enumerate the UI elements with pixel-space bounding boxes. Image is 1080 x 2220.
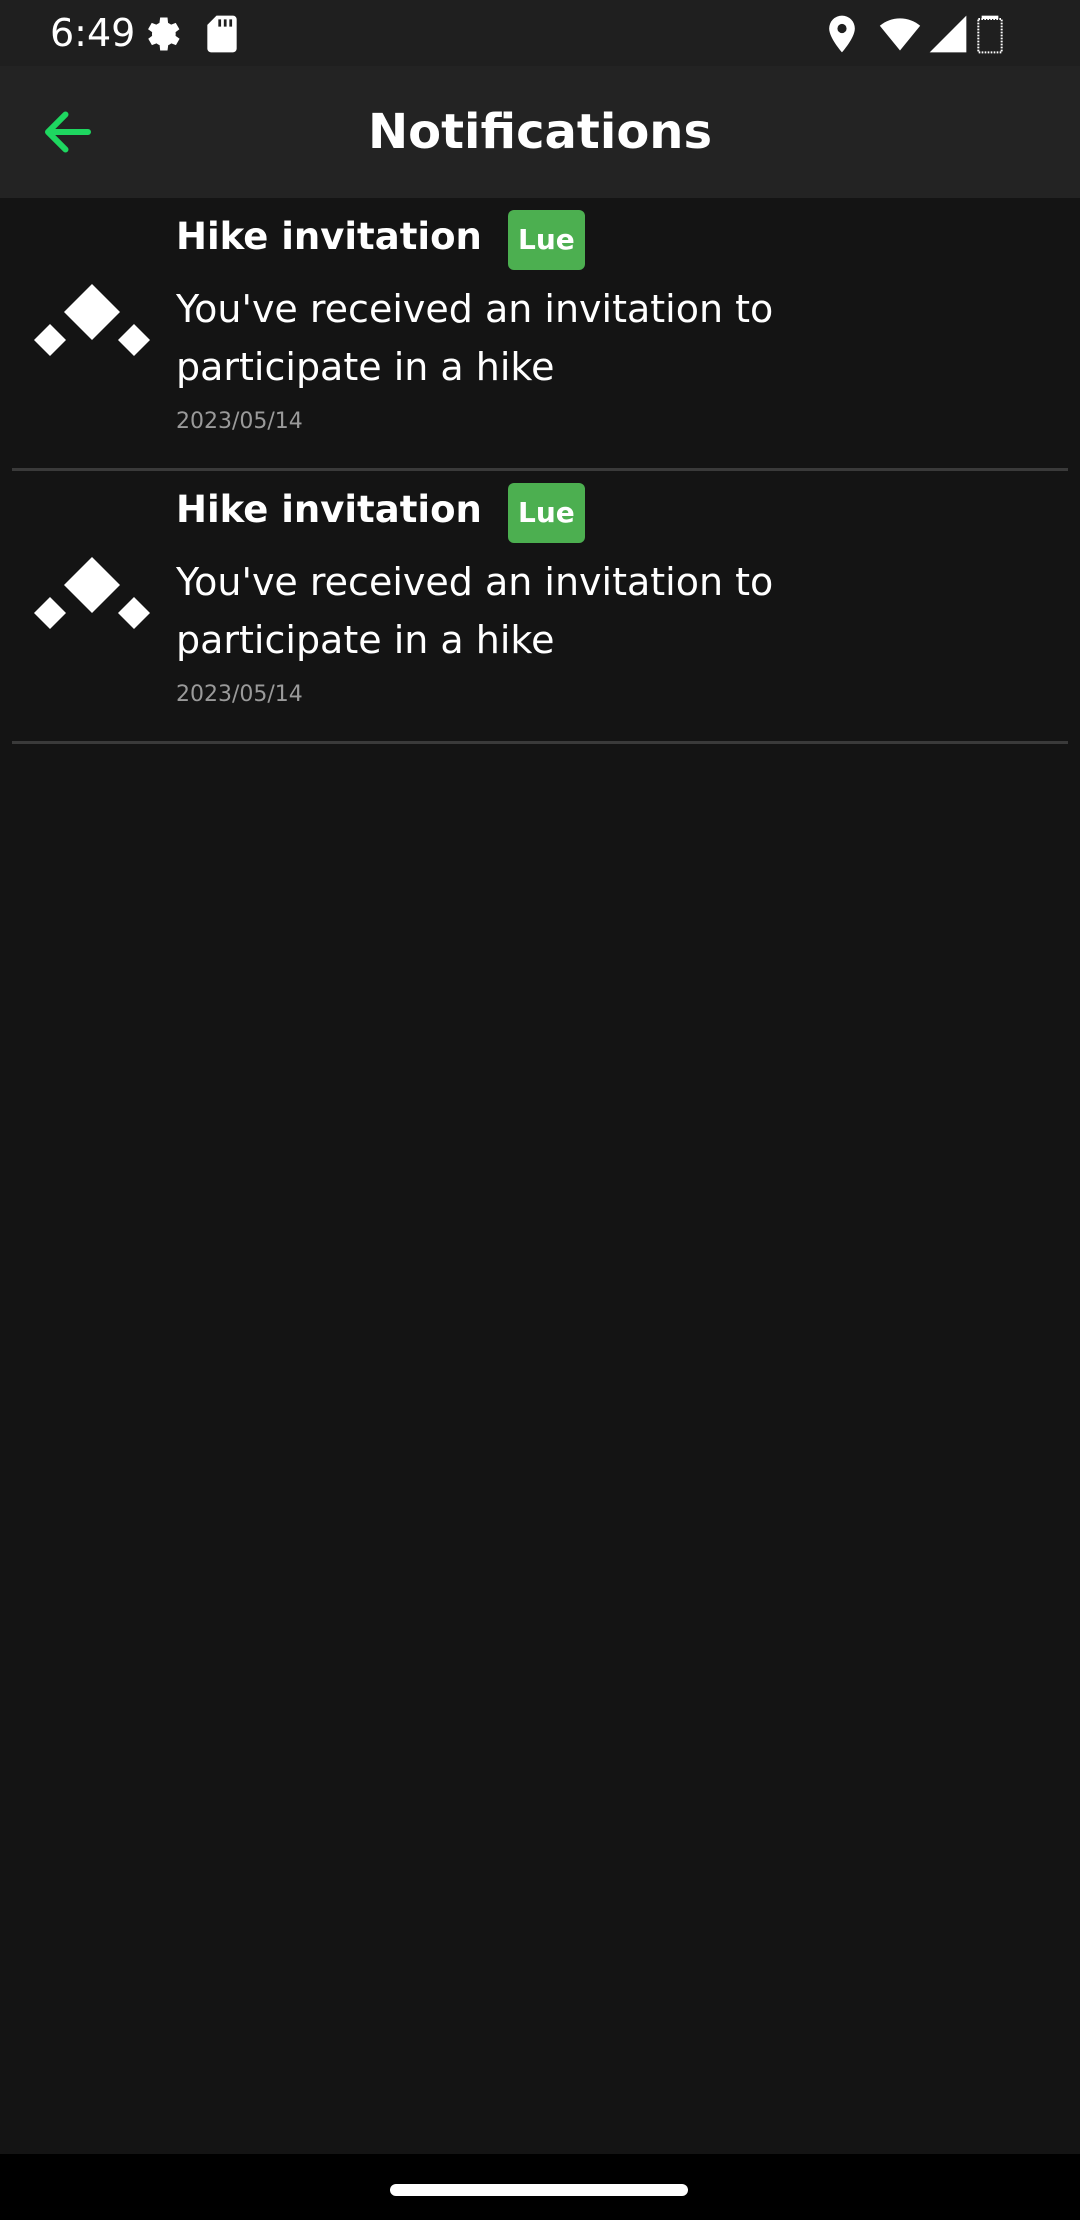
notification-title: Hike invitation bbox=[176, 488, 482, 531]
notification-item[interactable]: Hike invitation Lue You've received an i… bbox=[12, 198, 1068, 471]
status-time: 6:49 bbox=[50, 11, 136, 55]
signal-icon bbox=[926, 12, 970, 56]
page-title: Notifications bbox=[367, 104, 713, 160]
home-indicator[interactable] bbox=[390, 2184, 688, 2196]
notification-title: Hike invitation bbox=[176, 215, 482, 258]
notification-message: You've received an invitation to partici… bbox=[176, 560, 774, 662]
location-icon bbox=[820, 12, 864, 56]
settings-gear-icon bbox=[140, 12, 184, 56]
app-bar: Notifications bbox=[0, 66, 1080, 198]
notification-date: 2023/05/14 bbox=[176, 682, 303, 707]
notification-message: You've received an invitation to partici… bbox=[176, 287, 774, 389]
mountain-logo-icon bbox=[32, 555, 152, 635]
notification-date: 2023/05/14 bbox=[176, 409, 303, 434]
status-badge: Lue bbox=[508, 483, 585, 543]
status-bar: 6:49 bbox=[0, 0, 1080, 66]
wifi-icon bbox=[878, 12, 922, 56]
sd-card-icon bbox=[200, 12, 244, 56]
notification-list: Hike invitation Lue You've received an i… bbox=[0, 198, 1080, 744]
mountain-logo-icon bbox=[32, 282, 152, 362]
status-badge: Lue bbox=[508, 210, 585, 270]
navigation-bar bbox=[0, 2154, 1080, 2220]
notification-item[interactable]: Hike invitation Lue You've received an i… bbox=[12, 471, 1068, 744]
battery-icon bbox=[970, 12, 1010, 56]
